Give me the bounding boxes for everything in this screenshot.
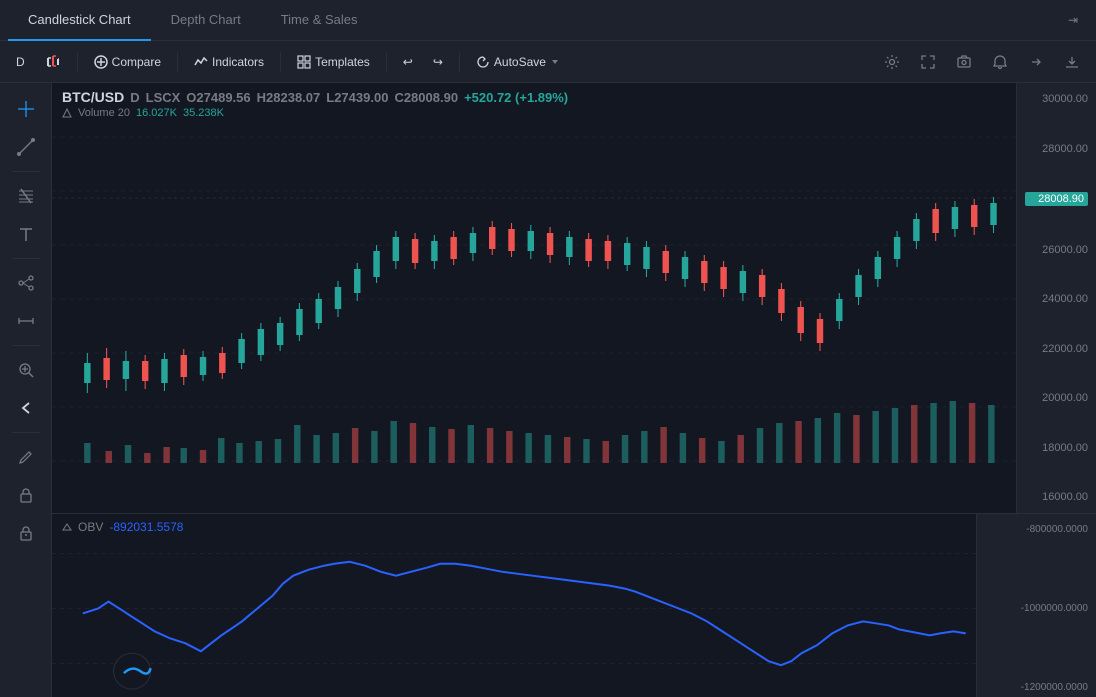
autosave-button[interactable]: AutoSave bbox=[468, 51, 568, 73]
lock-tool[interactable] bbox=[8, 477, 44, 513]
trend-line-tool[interactable] bbox=[8, 129, 44, 165]
candlestick-svg bbox=[52, 83, 1016, 513]
undo-button[interactable]: ↩ bbox=[395, 51, 421, 73]
back-tool[interactable] bbox=[8, 390, 44, 426]
redo-button[interactable]: ↪ bbox=[425, 51, 451, 73]
templates-button[interactable]: Templates bbox=[289, 51, 378, 73]
obv-chart: OBV -892031.5578 -80000 bbox=[52, 513, 1096, 697]
measure-tool[interactable] bbox=[8, 303, 44, 339]
obv-scale: -800000.0000 -1000000.0000 -1200000.0000 bbox=[976, 514, 1096, 697]
compare-button[interactable]: Compare bbox=[86, 51, 169, 73]
lt-sep3 bbox=[12, 345, 40, 346]
sep1 bbox=[77, 52, 78, 72]
obv-svg bbox=[52, 514, 976, 697]
alert-button[interactable] bbox=[984, 46, 1016, 78]
tab-depth[interactable]: Depth Chart bbox=[151, 0, 261, 41]
fib-tool[interactable] bbox=[8, 178, 44, 214]
volume-info: Volume 20 16.027K 35.238K bbox=[62, 107, 568, 119]
sep4 bbox=[386, 52, 387, 72]
text-tool[interactable] bbox=[8, 216, 44, 252]
obv-info: OBV -892031.5578 bbox=[62, 520, 183, 534]
fullscreen-button[interactable] bbox=[912, 46, 944, 78]
indicators-button[interactable]: Indicators bbox=[186, 51, 272, 73]
tab-bar: Candlestick Chart Depth Chart Time & Sal… bbox=[0, 0, 1096, 41]
lt-sep2 bbox=[12, 258, 40, 259]
main-area: BTC/USD D LSCX O27489.56 H28238.07 L2743… bbox=[0, 83, 1096, 697]
toolbar: D Compare Indicators Templates ↩ ↪ bbox=[0, 41, 1096, 83]
price-chart: BTC/USD D LSCX O27489.56 H28238.07 L2743… bbox=[52, 83, 1096, 513]
chart-info: BTC/USD D LSCX O27489.56 H28238.07 L2743… bbox=[62, 89, 568, 119]
chart-type-button[interactable] bbox=[37, 50, 69, 74]
lock2-tool[interactable] bbox=[8, 515, 44, 551]
tab-bar-right: ⇥ bbox=[1058, 5, 1088, 35]
app-container: Candlestick Chart Depth Chart Time & Sal… bbox=[0, 0, 1096, 697]
pencil-tool[interactable] bbox=[8, 439, 44, 475]
lt-sep4 bbox=[12, 432, 40, 433]
zoom-tool[interactable] bbox=[8, 352, 44, 388]
screenshot-button[interactable] bbox=[948, 46, 980, 78]
sep5 bbox=[459, 52, 460, 72]
tab-timesales[interactable]: Time & Sales bbox=[261, 0, 378, 41]
chart-area: BTC/USD D LSCX O27489.56 H28238.07 L2743… bbox=[52, 83, 1096, 697]
settings-button[interactable] bbox=[876, 46, 908, 78]
node-tool[interactable] bbox=[8, 265, 44, 301]
tab-bar-left: Candlestick Chart Depth Chart Time & Sal… bbox=[8, 0, 378, 41]
chart-symbol: BTC/USD D LSCX O27489.56 H28238.07 L2743… bbox=[62, 89, 568, 105]
price-scale: 30000.00 28000.00 28008.90 26000.00 2400… bbox=[1016, 83, 1096, 513]
crosshair-tool[interactable] bbox=[8, 91, 44, 127]
download-button[interactable] bbox=[1056, 46, 1088, 78]
sep3 bbox=[280, 52, 281, 72]
timeframe-selector[interactable]: D bbox=[8, 51, 33, 73]
sep2 bbox=[177, 52, 178, 72]
collapse-button[interactable]: ⇥ bbox=[1058, 5, 1088, 35]
lt-sep1 bbox=[12, 171, 40, 172]
share-button[interactable] bbox=[1020, 46, 1052, 78]
left-toolbar bbox=[0, 83, 52, 697]
tab-candlestick[interactable]: Candlestick Chart bbox=[8, 0, 151, 41]
